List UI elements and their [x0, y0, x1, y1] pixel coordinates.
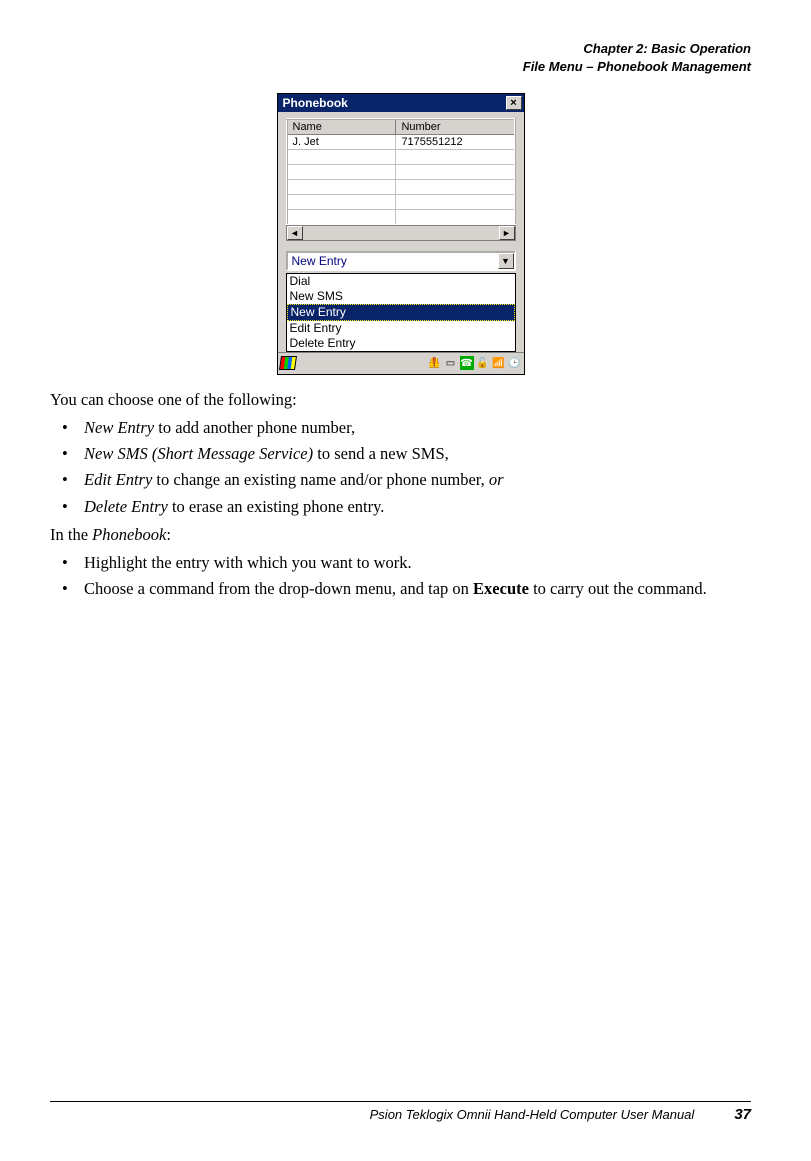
chevron-down-icon[interactable]: ▼ [498, 253, 514, 269]
column-header-number[interactable]: Number [396, 119, 515, 135]
table-row[interactable] [287, 165, 515, 180]
sub-intro: In the Phonebook: [50, 524, 751, 546]
footer-manual-title: Psion Teklogix Omnii Hand-Held Computer … [370, 1107, 695, 1122]
list-item-selected[interactable]: New Entry [287, 304, 515, 321]
tray-lock-icon[interactable]: 🔓 [476, 356, 490, 370]
tray-signal-icon[interactable]: 📶 [492, 356, 506, 370]
table-row[interactable] [287, 210, 515, 225]
page-header: Chapter 2: Basic Operation File Menu – P… [50, 40, 751, 75]
list-item: Highlight the entry with which you want … [50, 552, 751, 574]
dropdown-value: New Entry [288, 254, 498, 268]
dropdown-list: Dial New SMS New Entry Edit Entry Delete… [286, 273, 516, 352]
list-item[interactable]: Dial [287, 274, 515, 289]
list-item: Delete Entry to erase an existing phone … [50, 496, 751, 518]
header-section: File Menu – Phonebook Management [50, 58, 751, 76]
page-footer: Psion Teklogix Omnii Hand-Held Computer … [50, 1101, 751, 1123]
footer-page-number: 37 [734, 1106, 751, 1123]
tray-clock-icon[interactable]: 🕒 [508, 356, 522, 370]
phonebook-window: Phonebook × Name Number J. Jet7175551212 [277, 93, 525, 375]
table-row[interactable] [287, 180, 515, 195]
intro-paragraph: You can choose one of the following: [50, 389, 751, 411]
start-button[interactable] [280, 356, 296, 370]
list-item[interactable]: Edit Entry [287, 321, 515, 336]
list-item[interactable]: New SMS [287, 289, 515, 304]
taskbar: 🦺 ▭ ☎ 🔓 📶 🕒 [278, 352, 524, 374]
list-item: Choose a command from the drop-down menu… [50, 578, 751, 600]
tray-card-icon[interactable]: ▭ [444, 356, 458, 370]
list-item[interactable]: Delete Entry [287, 336, 515, 351]
header-chapter: Chapter 2: Basic Operation [50, 40, 751, 58]
steps-list: Highlight the entry with which you want … [50, 552, 751, 601]
scroll-left-icon[interactable]: ◄ [287, 226, 303, 240]
close-button[interactable]: × [506, 96, 522, 110]
list-item: New Entry to add another phone number, [50, 417, 751, 439]
tray-desktop-icon[interactable]: 🦺 [428, 356, 442, 370]
screenshot-container: Phonebook × Name Number J. Jet7175551212 [50, 93, 751, 375]
command-dropdown[interactable]: New Entry ▼ [286, 251, 516, 271]
window-title: Phonebook [283, 96, 348, 110]
horizontal-scrollbar[interactable]: ◄ ► [286, 225, 516, 241]
options-list: New Entry to add another phone number, N… [50, 417, 751, 518]
body-text: You can choose one of the following: New… [50, 389, 751, 601]
scroll-right-icon[interactable]: ► [499, 226, 515, 240]
table-row[interactable] [287, 195, 515, 210]
phonebook-table: Name Number J. Jet7175551212 [286, 118, 516, 226]
window-titlebar: Phonebook × [278, 94, 524, 112]
table-row[interactable]: J. Jet7175551212 [287, 135, 515, 150]
list-item: Edit Entry to change an existing name an… [50, 469, 751, 491]
column-header-name[interactable]: Name [287, 119, 396, 135]
tray-phone-icon[interactable]: ☎ [460, 356, 474, 370]
table-row[interactable] [287, 150, 515, 165]
list-item: New SMS (Short Message Service) to send … [50, 443, 751, 465]
windows-logo-icon [279, 356, 297, 370]
